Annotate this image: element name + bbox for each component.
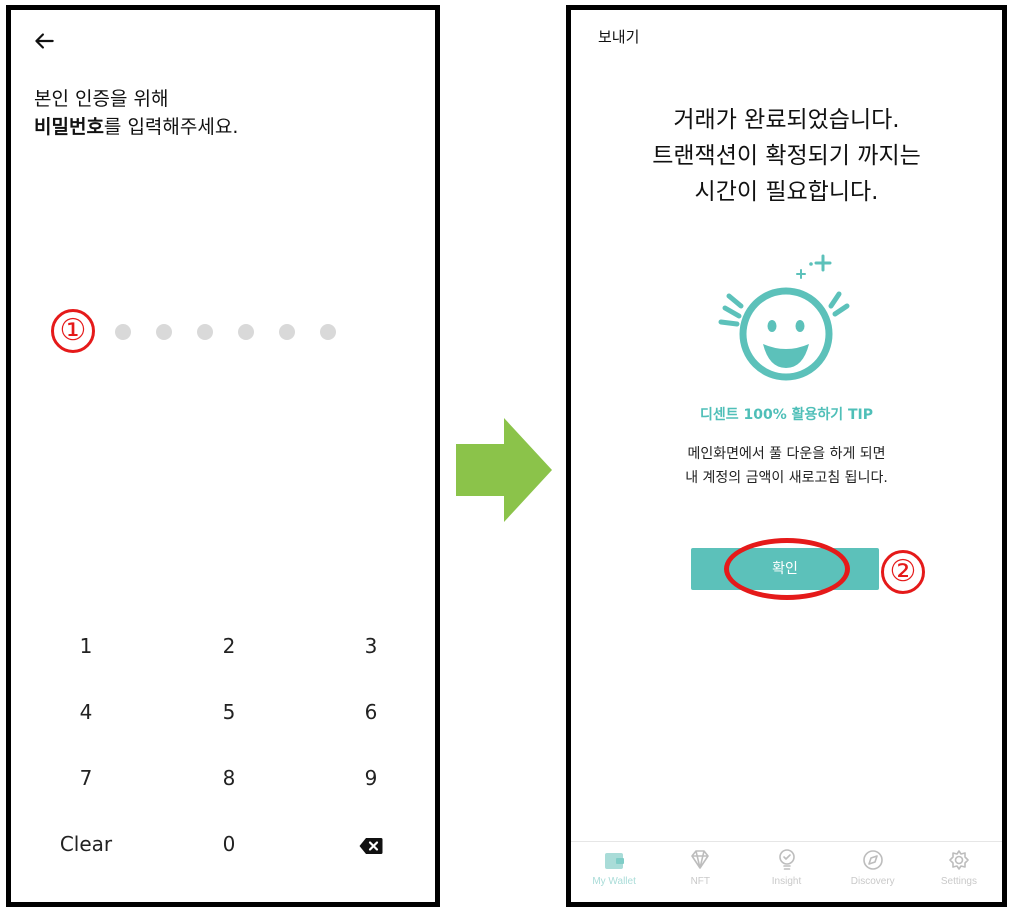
- nav-label: My Wallet: [592, 876, 636, 887]
- nav-label: NFT: [690, 876, 711, 887]
- key-3[interactable]: 3: [311, 621, 431, 671]
- key-5[interactable]: 5: [169, 687, 289, 737]
- prompt-line-1: 본인 인증을 위해: [34, 88, 169, 110]
- transition-arrow-icon: [456, 418, 552, 522]
- backspace-icon: [359, 837, 383, 854]
- back-arrow-icon[interactable]: [31, 28, 57, 54]
- nav-label: Settings: [940, 876, 977, 887]
- message-line-1: 거래가 완료되었습니다.: [673, 107, 900, 133]
- nav-discovery[interactable]: Discovery: [830, 842, 916, 902]
- completion-message: 거래가 완료되었습니다. 트랜잭션이 확정되기 까지는 시간이 필요합니다.: [571, 102, 1002, 210]
- pin-dot: [320, 324, 336, 340]
- key-2[interactable]: 2: [169, 621, 289, 671]
- tip-title: 디센트 100% 활용하기 TIP: [699, 407, 874, 423]
- key-1[interactable]: 1: [26, 621, 146, 671]
- key-4[interactable]: 4: [26, 687, 146, 737]
- confirm-button[interactable]: 확인: [691, 548, 879, 590]
- key-backspace[interactable]: [311, 819, 431, 869]
- pin-dot: [156, 324, 172, 340]
- tip-line-2: 내 계정의 금액이 새로고침 됩니다.: [685, 470, 888, 486]
- prompt-bold-word: 비밀번호: [34, 116, 104, 138]
- prompt-line-2: 비밀번호를 입력해주세요.: [34, 113, 238, 141]
- pin-dots: [115, 324, 336, 340]
- pin-dot: [279, 324, 295, 340]
- tip-line-1: 메인화면에서 풀 다운을 하게 되면: [687, 446, 886, 462]
- tip-body: 메인화면에서 풀 다운을 하게 되면 내 계정의 금액이 새로고침 됩니다.: [571, 442, 1002, 490]
- key-8[interactable]: 8: [169, 753, 289, 803]
- step-marker-2: ②: [881, 550, 925, 594]
- key-6[interactable]: 6: [311, 687, 431, 737]
- nav-label: Discovery: [850, 876, 895, 887]
- message-line-2: 트랜잭션이 확정되기 까지는: [652, 143, 921, 169]
- message-line-3: 시간이 필요합니다.: [694, 179, 879, 205]
- pin-prompt: 본인 인증을 위해 비밀번호를 입력해주세요.: [34, 85, 238, 141]
- key-clear[interactable]: Clear: [26, 819, 146, 869]
- pin-dot: [197, 324, 213, 340]
- pin-dot: [115, 324, 131, 340]
- wallet-icon: [605, 853, 625, 869]
- pin-entry-screen: 본인 인증을 위해 비밀번호를 입력해주세요. ① 1 2 3 4 5 6 7 …: [6, 5, 440, 907]
- nav-label: Insight: [771, 876, 802, 887]
- step-marker-1: ①: [51, 309, 95, 353]
- key-7[interactable]: 7: [26, 753, 146, 803]
- nav-nft[interactable]: NFT: [657, 842, 743, 902]
- pin-dot: [238, 324, 254, 340]
- prompt-rest: 를 입력해주세요.: [103, 116, 239, 138]
- page-title: 보내기: [598, 28, 640, 46]
- bottom-navigation: My Wallet NFT Insight Discovery Settings: [571, 841, 1002, 902]
- key-0[interactable]: 0: [169, 819, 289, 869]
- gear-icon: [949, 850, 969, 870]
- send-complete-screen: 보내기 거래가 완료되었습니다. 트랜잭션이 확정되기 까지는 시간이 필요합니…: [566, 5, 1007, 907]
- nav-insight[interactable]: Insight: [743, 842, 829, 902]
- lightbulb-icon: [778, 849, 795, 870]
- diamond-icon: [691, 850, 710, 869]
- nav-my-wallet[interactable]: My Wallet: [571, 842, 657, 902]
- smiley-face-icon: [718, 254, 850, 381]
- nav-settings[interactable]: Settings: [916, 842, 1002, 902]
- key-9[interactable]: 9: [311, 753, 431, 803]
- compass-icon: [862, 850, 883, 870]
